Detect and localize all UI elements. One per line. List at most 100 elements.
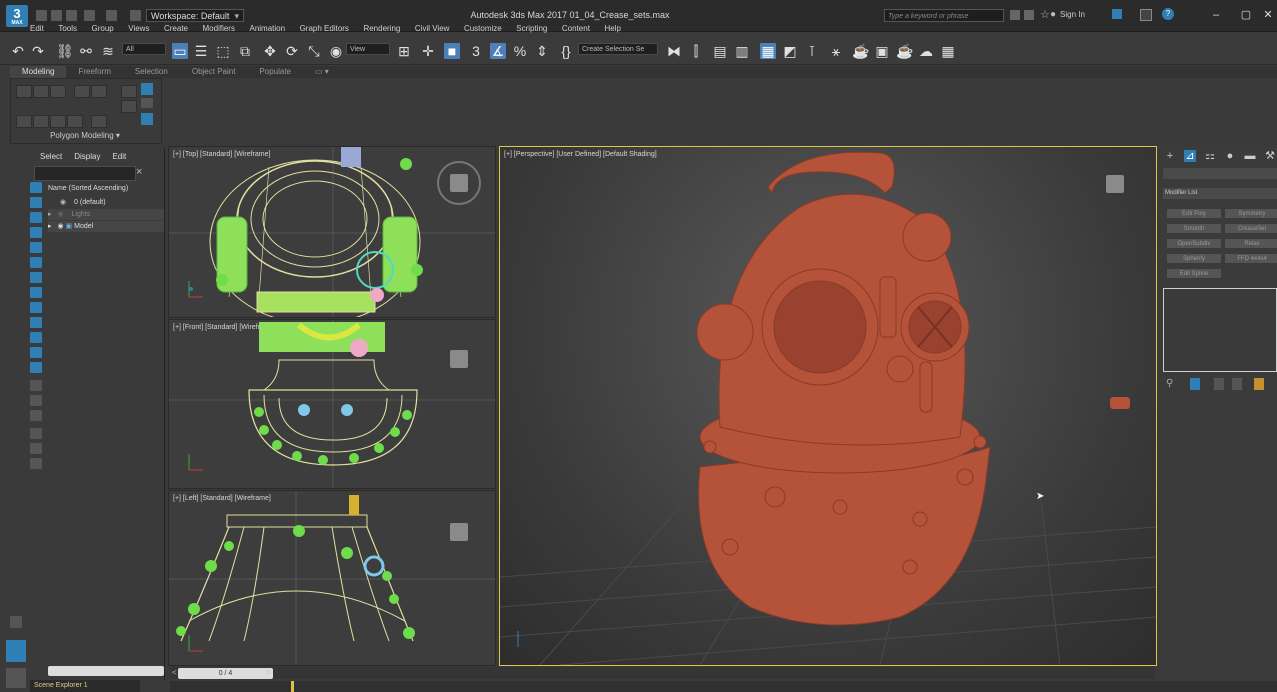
- sign-in-link[interactable]: Sign In: [1060, 10, 1085, 19]
- search-input[interactable]: Type a keyword or phrase: [884, 9, 1004, 22]
- help-icon[interactable]: ?: [1162, 8, 1174, 20]
- menu-graph-editors[interactable]: Graph Editors: [300, 24, 349, 33]
- ribbon-button[interactable]: [91, 115, 107, 128]
- render-production-icon[interactable]: ☕: [896, 43, 913, 59]
- display-bones-icon[interactable]: [30, 317, 42, 328]
- tab-select[interactable]: Select: [40, 152, 62, 161]
- viewcube-icon[interactable]: [450, 174, 468, 192]
- scale-icon[interactable]: ⤡: [306, 43, 322, 59]
- display-xrefs-icon[interactable]: [30, 302, 42, 313]
- relax-button[interactable]: Relax: [1224, 238, 1277, 249]
- curve-editor-icon[interactable]: ◩: [782, 43, 798, 59]
- list-item[interactable]: ◉ 0 (default): [48, 197, 164, 208]
- rotate-icon[interactable]: ⟳: [284, 43, 300, 59]
- star-icon[interactable]: ☆: [1040, 8, 1050, 21]
- toggle-layer-explorer-icon[interactable]: ▥: [734, 43, 750, 59]
- modifier-stack-icon[interactable]: [141, 83, 153, 95]
- configure-modifier-sets-icon[interactable]: [1254, 378, 1264, 390]
- close-button[interactable]: ✕: [1258, 7, 1277, 23]
- autodesk-account-icon[interactable]: [1112, 9, 1122, 19]
- make-unique-icon[interactable]: [1214, 378, 1224, 390]
- menu-customize[interactable]: Customize: [464, 24, 502, 33]
- utilities-tab-icon[interactable]: ⚒: [1264, 150, 1276, 162]
- mirror-icon[interactable]: ⧓: [666, 43, 682, 59]
- rectangular-selection-icon[interactable]: ⬚: [215, 43, 231, 59]
- viewport-left[interactable]: [+] [Left] [Standard] [Wireframe]: [168, 490, 496, 666]
- display-all-filter-icon[interactable]: [30, 380, 42, 391]
- undo-quick-icon[interactable]: [84, 10, 95, 21]
- undo-icon[interactable]: ↶: [10, 43, 26, 59]
- user-icon[interactable]: ●: [1050, 9, 1056, 20]
- rendered-frame-window-icon[interactable]: ▣: [874, 43, 890, 59]
- motion-tab-icon[interactable]: ●: [1224, 150, 1236, 162]
- viewport-layout-icon[interactable]: [6, 668, 26, 688]
- tab-edit[interactable]: Edit: [112, 152, 126, 161]
- spherify-button[interactable]: Spherify: [1166, 253, 1222, 264]
- menu-civil-view[interactable]: Civil View: [415, 24, 450, 33]
- ribbon-button[interactable]: [16, 115, 32, 128]
- display-containers-icon[interactable]: [30, 332, 42, 343]
- move-icon[interactable]: ✥: [262, 43, 278, 59]
- expand-arrow-icon[interactable]: ▸: [48, 211, 52, 218]
- horizontal-scrollbar[interactable]: [48, 666, 164, 676]
- tab-populate[interactable]: Populate: [247, 66, 303, 78]
- edit-spline-button[interactable]: Edit Spline: [1166, 268, 1222, 279]
- tab-object-paint[interactable]: Object Paint: [180, 66, 248, 78]
- keyboard-shortcut-override-icon[interactable]: ■: [444, 43, 460, 59]
- ribbon-button[interactable]: [141, 98, 153, 108]
- display-none-icon[interactable]: [30, 395, 42, 406]
- exchange-icon[interactable]: [1024, 10, 1034, 20]
- hierarchy-tab-icon[interactable]: ⚏: [1204, 150, 1216, 162]
- display-helpers-icon[interactable]: [30, 257, 42, 268]
- scene-explorer-selector[interactable]: Scene Explorer 1: [30, 680, 140, 692]
- placement-icon[interactable]: ◉: [328, 43, 344, 59]
- pin-stack-icon[interactable]: ⚲: [1166, 378, 1173, 389]
- viewport-front[interactable]: [+] [Front] [Standard] [Wireframe]: [168, 319, 496, 489]
- viewport-perspective[interactable]: [+] [Perspective] [User Defined] [Defaul…: [499, 146, 1157, 666]
- select-by-name-icon[interactable]: ☰: [193, 43, 209, 59]
- menu-tools[interactable]: Tools: [58, 24, 77, 33]
- expand-arrow-icon[interactable]: ▸: [48, 223, 52, 230]
- link-icon[interactable]: ⛓: [56, 43, 74, 59]
- creaseset-button[interactable]: CreaseSet: [1224, 223, 1277, 234]
- opensubdiv-button[interactable]: OpenSubdiv: [1166, 238, 1222, 249]
- unlink-icon[interactable]: ⚯: [78, 43, 94, 59]
- angle-snap-icon[interactable]: ∡: [490, 43, 506, 59]
- ribbon-toggle-icon[interactable]: ▦: [760, 43, 776, 59]
- menu-create[interactable]: Create: [164, 24, 188, 33]
- tab-freeform[interactable]: Freeform: [66, 66, 122, 78]
- material-editor-icon[interactable]: ⚹: [828, 43, 844, 59]
- edit-poly-button[interactable]: Edit Poly: [1166, 208, 1222, 219]
- reference-coordinate-select[interactable]: View: [346, 43, 390, 55]
- pivot-center-icon[interactable]: ⊞: [396, 43, 412, 59]
- tab-display[interactable]: Display: [74, 152, 100, 161]
- menu-animation[interactable]: Animation: [249, 24, 285, 33]
- prev-frame-icon[interactable]: <: [172, 668, 177, 677]
- ribbon-button[interactable]: [33, 115, 49, 128]
- render-setup-icon[interactable]: ☕: [852, 43, 869, 59]
- ribbon-toggle-icon[interactable]: [141, 113, 153, 125]
- display-tab-icon[interactable]: ▬: [1244, 150, 1256, 162]
- next-frame-icon[interactable]: >: [266, 668, 271, 677]
- open-file-icon[interactable]: [51, 10, 62, 21]
- viewcube-icon[interactable]: [1106, 175, 1124, 193]
- list-item[interactable]: ▸ ◉ Lights: [48, 209, 164, 220]
- display-shapes-icon[interactable]: [30, 212, 42, 223]
- app-store-icon[interactable]: [1140, 9, 1152, 21]
- create-tab-icon[interactable]: +: [1164, 150, 1176, 162]
- named-selection-select[interactable]: Create Selection Se: [578, 43, 658, 55]
- align-icon[interactable]: ⫿: [688, 43, 704, 59]
- menu-views[interactable]: Views: [128, 24, 149, 33]
- modifier-list-select[interactable]: Modifier List: [1163, 188, 1277, 199]
- workspace-select[interactable]: Workspace: Default ▾: [146, 9, 244, 22]
- menu-edit[interactable]: Edit: [30, 24, 44, 33]
- menu-rendering[interactable]: Rendering: [363, 24, 400, 33]
- ribbon-button[interactable]: [50, 85, 66, 98]
- schematic-view-icon[interactable]: ⊺: [804, 43, 820, 59]
- sidebar-layout-icon[interactable]: [6, 640, 26, 662]
- close-icon[interactable]: ×: [136, 166, 142, 178]
- modifier-stack-list[interactable]: [1163, 288, 1277, 372]
- symmetry-button[interactable]: Symmetry: [1224, 208, 1277, 219]
- eye-icon[interactable]: ◉: [57, 223, 63, 230]
- sort-layers-icon[interactable]: [30, 428, 42, 439]
